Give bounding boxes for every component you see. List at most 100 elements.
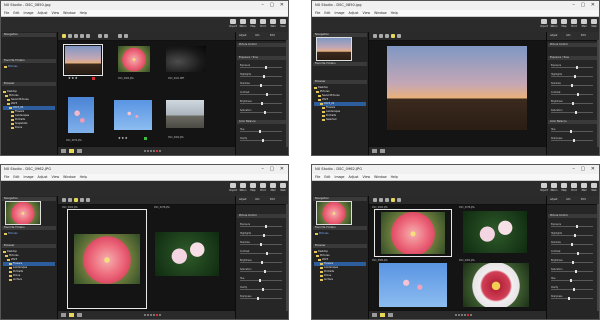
exposure-slider[interactable]: Exposure xyxy=(240,64,282,69)
menu-help[interactable]: Help xyxy=(80,175,87,179)
hue-slider[interactable]: Hue xyxy=(240,277,282,282)
compare-pane-2[interactable] xyxy=(463,211,527,253)
menu-help[interactable]: Help xyxy=(391,11,398,15)
exposure-slider[interactable]: Exposure xyxy=(240,223,282,228)
compare-pane-4[interactable] xyxy=(463,263,529,307)
mail-button[interactable]: Mail xyxy=(269,183,277,194)
print-button[interactable]: Print xyxy=(570,183,578,194)
thumbnail[interactable] xyxy=(118,46,150,72)
tab-edit[interactable]: Edit xyxy=(581,198,586,201)
menu-image[interactable]: Image xyxy=(335,175,345,179)
panel-scrollbar[interactable] xyxy=(286,40,288,147)
favorites-header[interactable]: Favorite Folders xyxy=(313,62,367,66)
shadows-slider[interactable]: Shadows xyxy=(551,241,593,246)
import-button[interactable]: Import xyxy=(229,19,237,30)
menu-view[interactable]: View xyxy=(362,11,370,15)
exposure-slider[interactable]: Exposure xyxy=(551,223,593,228)
tab-adjust[interactable]: Adjust xyxy=(239,34,246,37)
thumbnail[interactable] xyxy=(114,100,152,130)
highlights-slider[interactable]: Highlights xyxy=(551,232,593,237)
settings-icon[interactable] xyxy=(61,149,66,153)
favorite-item[interactable]: Pictures xyxy=(315,232,366,236)
window-controls[interactable]: – ▢ ✕ xyxy=(572,165,597,174)
fullscreen-icon[interactable] xyxy=(86,198,90,202)
web-button[interactable]: Web xyxy=(590,183,598,194)
window-controls[interactable]: – ▢ ✕ xyxy=(261,1,286,10)
saturation-slider[interactable]: Saturation xyxy=(240,109,282,114)
compare-pane-3[interactable] xyxy=(379,263,447,307)
highlight-icon[interactable] xyxy=(69,313,74,317)
highlights-slider[interactable]: Highlights xyxy=(551,73,593,78)
menu-adjust[interactable]: Adjust xyxy=(38,11,48,15)
saturation-slider[interactable]: Saturation xyxy=(551,268,593,273)
menu-window[interactable]: Window xyxy=(374,11,387,15)
grid-view-icon[interactable] xyxy=(373,198,377,202)
favorites-header[interactable]: Favorite Folders xyxy=(2,59,56,63)
brightness-slider[interactable]: Brightness xyxy=(551,259,593,264)
rating-filter[interactable] xyxy=(144,150,162,152)
nikon-button[interactable]: Nikon xyxy=(550,183,558,194)
saturation-slider[interactable]: Saturation xyxy=(240,268,282,273)
navigator-preview[interactable] xyxy=(316,37,352,61)
thumbnail[interactable] xyxy=(68,97,94,133)
print-button[interactable]: Print xyxy=(570,19,578,30)
clarity-slider[interactable]: Clarity xyxy=(240,286,282,291)
tab-info[interactable]: Info xyxy=(255,34,260,37)
single-view-icon[interactable] xyxy=(80,34,84,38)
compare-pane-1[interactable] xyxy=(374,209,452,257)
clarity-slider[interactable]: Clarity xyxy=(240,137,282,142)
settings-icon[interactable] xyxy=(61,313,66,317)
single-view-icon[interactable] xyxy=(391,34,395,38)
panel-scrollbar[interactable] xyxy=(597,40,599,147)
menu-help[interactable]: Help xyxy=(80,11,87,15)
highlights-slider[interactable]: Highlights xyxy=(240,232,282,237)
import-button[interactable]: Import xyxy=(540,19,548,30)
picture-control-header[interactable]: Picture Control xyxy=(548,214,598,218)
picture-control-header[interactable]: Picture Control xyxy=(237,214,287,218)
map-button[interactable]: Map xyxy=(560,183,568,194)
settings-icon[interactable] xyxy=(372,149,377,153)
compare-icon[interactable] xyxy=(74,198,78,202)
tab-adjust[interactable]: Adjust xyxy=(550,34,557,37)
window-controls[interactable]: – ▢ ✕ xyxy=(572,1,597,10)
menu-window[interactable]: Window xyxy=(63,175,76,179)
grid-view-icon[interactable] xyxy=(62,34,66,38)
crop-icon[interactable] xyxy=(388,313,393,317)
hue-slider[interactable]: Hue xyxy=(240,128,282,133)
menu-view[interactable]: View xyxy=(362,175,370,179)
browser-header[interactable]: Browser xyxy=(313,244,367,248)
window-controls[interactable]: – ▢ ✕ xyxy=(261,165,286,174)
compare-icon[interactable] xyxy=(74,34,78,38)
color-balance-header[interactable]: Color Balance xyxy=(548,120,598,124)
thumbnail[interactable] xyxy=(166,100,204,128)
mail-button[interactable]: Mail xyxy=(580,183,588,194)
settings-icon[interactable] xyxy=(372,313,377,317)
tab-info[interactable]: Info xyxy=(566,34,571,37)
menu-file[interactable]: File xyxy=(4,175,9,179)
brightness-slider[interactable]: Brightness xyxy=(240,259,282,264)
menu-adjust[interactable]: Adjust xyxy=(349,175,359,179)
browser-header[interactable]: Browser xyxy=(2,244,56,248)
tab-info[interactable]: Info xyxy=(566,198,571,201)
exposure-header[interactable]: Exposure / Tone xyxy=(237,56,287,60)
grid-view-icon[interactable] xyxy=(373,34,377,38)
tab-adjust[interactable]: Adjust xyxy=(550,198,557,201)
menu-image[interactable]: Image xyxy=(24,11,34,15)
sharpness-slider[interactable]: Sharpness xyxy=(551,137,593,142)
rating-filter[interactable] xyxy=(144,314,162,316)
print-button[interactable]: Print xyxy=(259,19,267,30)
color-label[interactable] xyxy=(144,137,147,140)
menu-adjust[interactable]: Adjust xyxy=(349,11,359,15)
thumbnail[interactable] xyxy=(63,44,103,76)
favorite-item[interactable]: Pictures xyxy=(4,65,55,69)
highlight-icon[interactable] xyxy=(380,313,385,317)
nikon-button[interactable]: Nikon xyxy=(550,19,558,30)
tab-edit[interactable]: Edit xyxy=(270,198,275,201)
filter-icon[interactable] xyxy=(118,34,122,38)
web-button[interactable]: Web xyxy=(279,19,287,30)
map-button[interactable]: Map xyxy=(560,19,568,30)
rotate-left-icon[interactable] xyxy=(98,34,102,38)
tab-edit[interactable]: Edit xyxy=(581,34,586,37)
thumbnail[interactable] xyxy=(166,46,206,72)
browser-header[interactable]: Browser xyxy=(2,82,56,86)
